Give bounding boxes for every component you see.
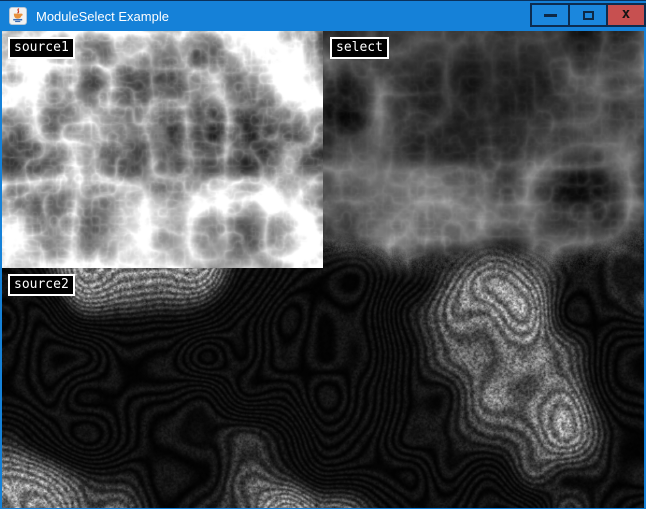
render-area: source1 select source2: [2, 31, 644, 508]
source2-image: [2, 268, 323, 508]
label-source1: source1: [8, 37, 75, 59]
close-icon: x: [622, 7, 630, 21]
minimize-button[interactable]: [530, 3, 570, 27]
source1-image: [2, 31, 323, 268]
maximize-icon: [583, 11, 594, 20]
label-select: select: [330, 37, 389, 59]
window-controls: x: [532, 3, 646, 27]
window-title: ModuleSelect Example: [36, 9, 169, 24]
close-button[interactable]: x: [606, 3, 646, 27]
label-source2: source2: [8, 274, 75, 296]
maximize-button[interactable]: [568, 3, 608, 27]
java-app-icon: [9, 7, 27, 25]
titlebar[interactable]: ModuleSelect Example x: [0, 1, 646, 31]
app-window: ModuleSelect Example x source1 select so…: [0, 0, 646, 509]
minimize-icon: [544, 14, 557, 17]
